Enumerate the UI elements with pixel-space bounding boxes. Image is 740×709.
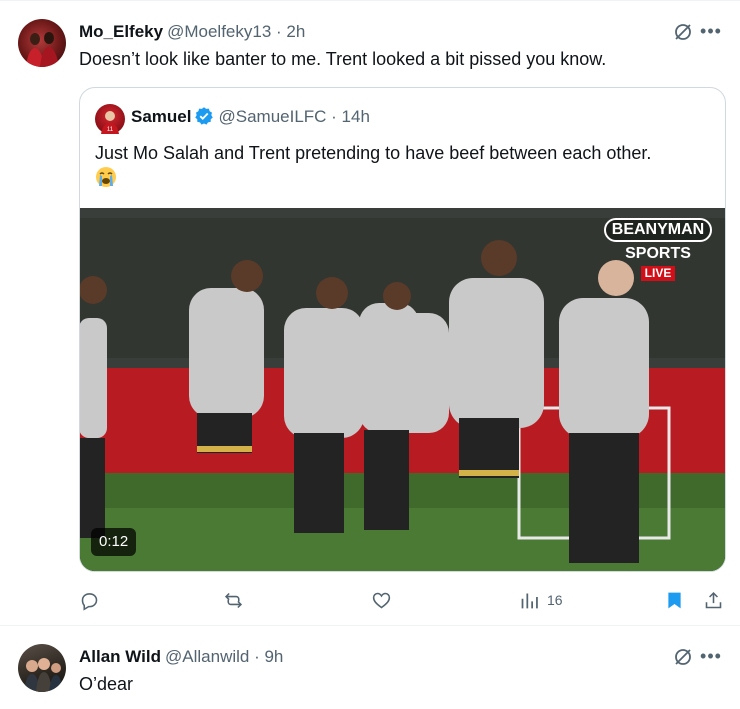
share-icon xyxy=(705,591,722,608)
tweet-header: Allan Wild @Allanwild · 9h xyxy=(79,646,283,668)
quoted-text-block: Just Mo Salah and Trent pretending to ha… xyxy=(95,140,715,192)
action-bar: 16 xyxy=(79,587,729,613)
views-button[interactable]: 16 xyxy=(519,587,563,613)
crying-emoji-icon xyxy=(95,166,117,188)
like-button[interactable] xyxy=(371,587,399,613)
repost-icon xyxy=(224,592,243,608)
quoted-handle-time[interactable]: @SamueILFC · 14h xyxy=(218,107,369,126)
grok-icon[interactable] xyxy=(672,21,694,43)
quoted-header: Samuel @SamueILFC · 14h xyxy=(131,106,370,128)
tweet-header: Mo_Elfeky @Moelfeky13 · 2h xyxy=(79,21,305,43)
bookmark-icon xyxy=(668,592,681,608)
tweet-text: O’dear xyxy=(79,674,134,694)
views-icon xyxy=(521,593,538,608)
video-duration: 0:12 xyxy=(91,528,137,556)
share-button[interactable] xyxy=(703,587,724,613)
quoted-author-name[interactable]: Samuel xyxy=(131,107,191,126)
author-name[interactable]: Allan Wild xyxy=(79,647,161,666)
reply-button[interactable] xyxy=(79,587,107,613)
reply-icon xyxy=(81,592,98,611)
tweet-allan-wild[interactable]: Allan Wild @Allanwild · 9h ••• O’dear xyxy=(0,627,740,709)
svg-text:11: 11 xyxy=(107,127,114,133)
avatar[interactable] xyxy=(18,19,66,67)
more-icon[interactable]: ••• xyxy=(700,646,722,668)
tweet-mo-elfeky[interactable]: Mo_Elfeky @Moelfeky13 · 2h ••• Doesn’t lo… xyxy=(0,0,740,626)
tweet-text: Doesn’t look like banter to me. Trent lo… xyxy=(79,49,607,69)
watermark-line2: SPORTS xyxy=(625,245,691,262)
quoted-avatar[interactable]: 11 xyxy=(95,104,125,134)
quoted-tweet[interactable]: 11 Samuel @SamueILFC · 14h Just Mo Salah … xyxy=(79,87,726,572)
verified-badge-icon xyxy=(194,106,214,126)
like-icon xyxy=(372,592,391,608)
grok-icon[interactable] xyxy=(672,646,694,668)
live-badge: LIVE xyxy=(640,266,676,281)
quoted-text: Just Mo Salah and Trent pretending to ha… xyxy=(95,143,652,163)
avatar[interactable] xyxy=(18,644,66,692)
channel-watermark: BEANYMAN SPORTS LIVE xyxy=(599,218,717,282)
handle-time[interactable]: @Moelfeky13 · 2h xyxy=(167,22,305,41)
watermark-line1: BEANYMAN xyxy=(603,218,713,242)
repost-button[interactable] xyxy=(223,587,251,613)
views-count: 16 xyxy=(547,592,563,608)
video-player[interactable]: BEANYMAN SPORTS LIVE 0:12 xyxy=(80,208,725,571)
more-icon[interactable]: ••• xyxy=(700,21,722,43)
author-name[interactable]: Mo_Elfeky xyxy=(79,22,163,41)
bookmark-button[interactable] xyxy=(664,587,685,613)
handle-time[interactable]: @Allanwild · 9h xyxy=(165,647,283,666)
